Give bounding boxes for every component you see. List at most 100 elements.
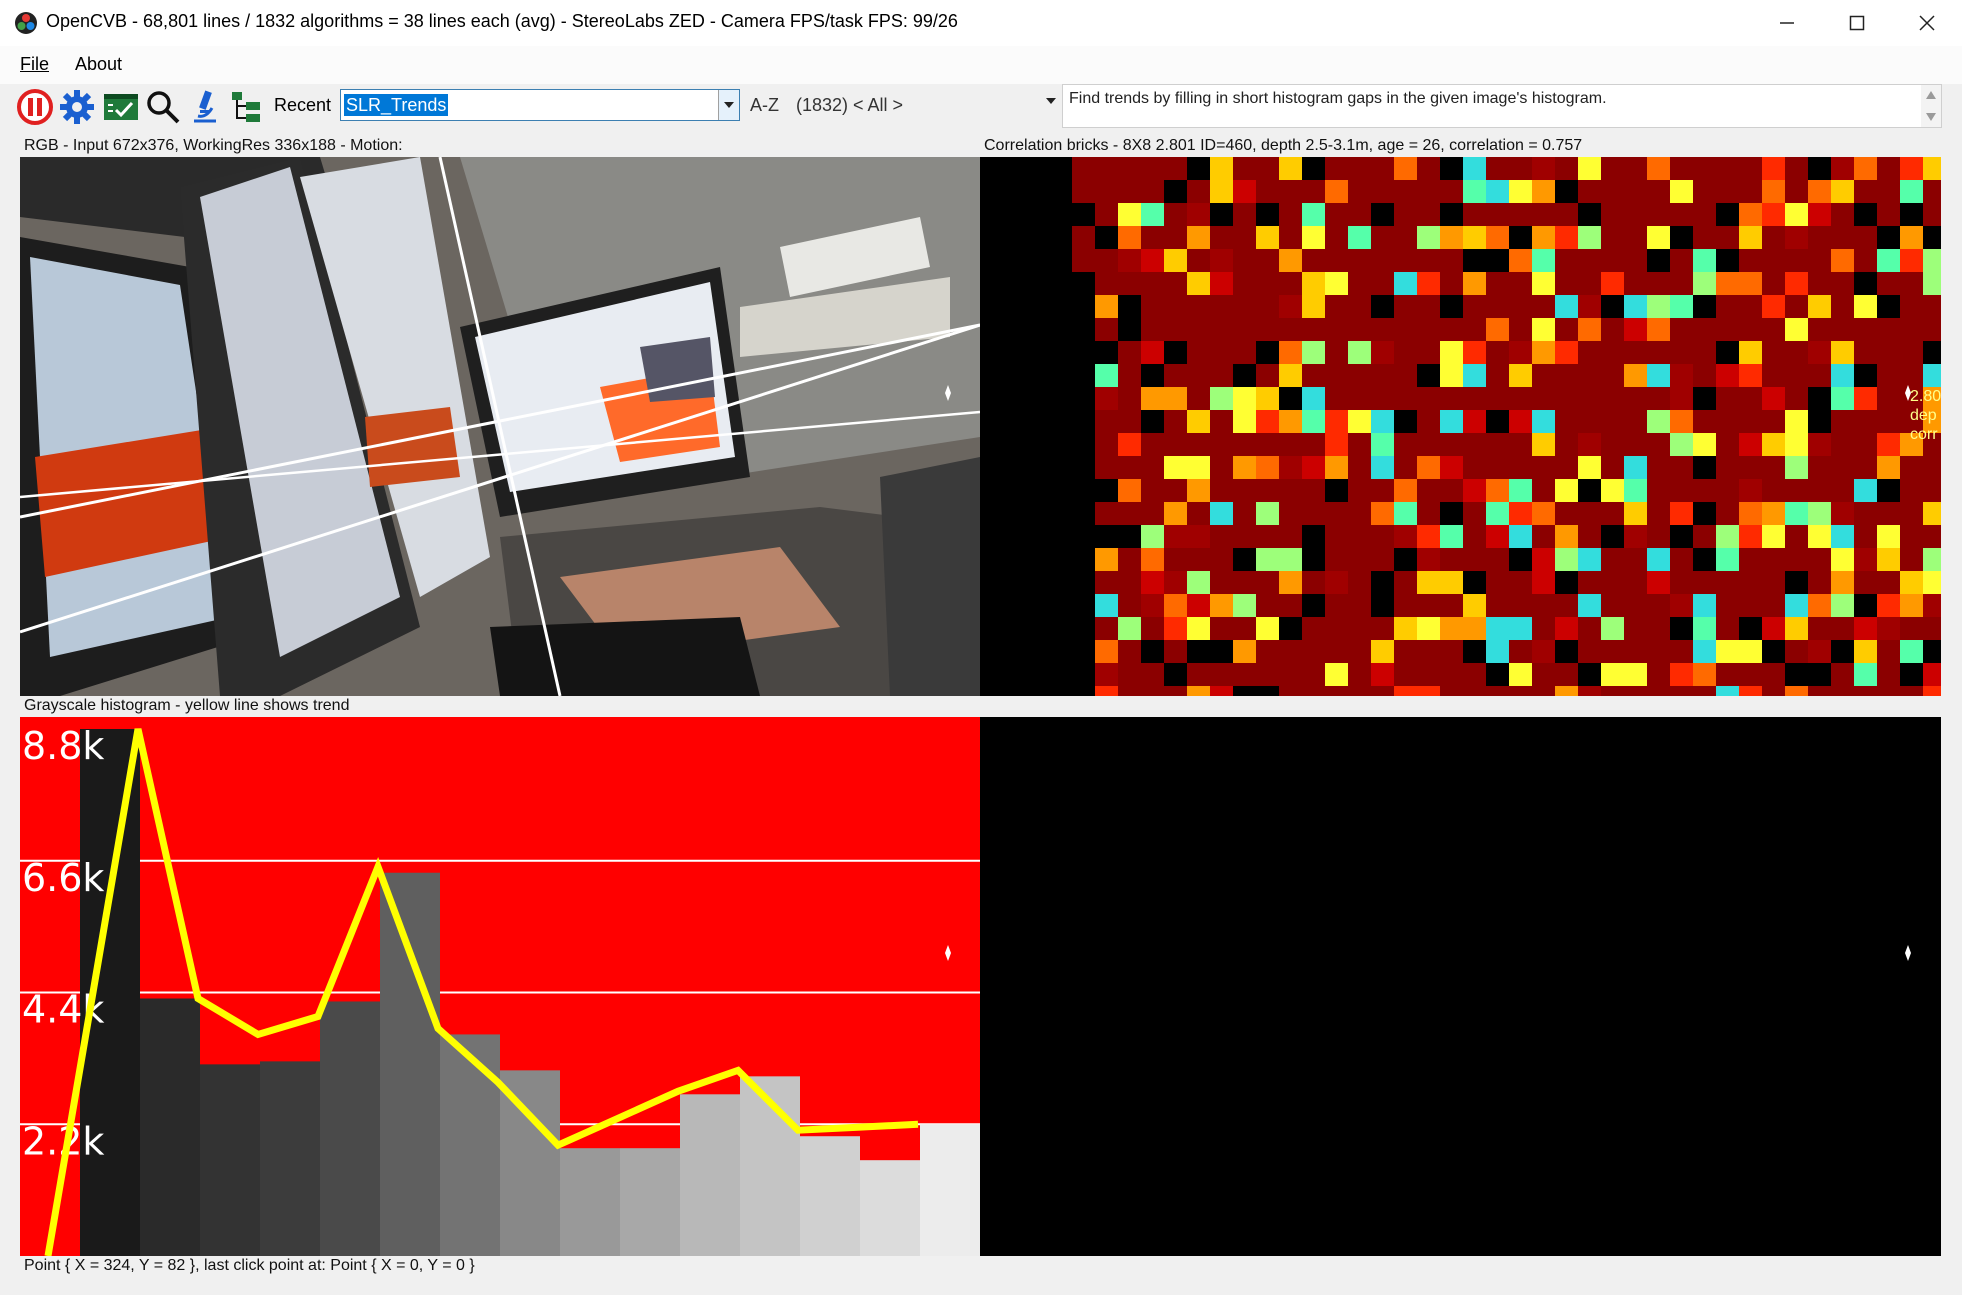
tree-icon[interactable]: [228, 88, 266, 126]
correlation-brick: [1003, 249, 1026, 272]
correlation-brick: [1670, 318, 1693, 341]
correlation-brick: [980, 364, 1003, 387]
correlation-brick: [1808, 594, 1831, 617]
correlation-brick: [1394, 433, 1417, 456]
maximize-button[interactable]: [1822, 0, 1892, 46]
correlation-brick: [1831, 663, 1854, 686]
description-scrollbar[interactable]: [1921, 85, 1941, 127]
correlation-brick: [1049, 433, 1072, 456]
checklist-icon[interactable]: [102, 88, 140, 126]
correlation-brick: [1762, 640, 1785, 663]
gear-icon[interactable]: [58, 88, 96, 126]
correlation-brick: [1394, 272, 1417, 295]
group-chevron-down-icon[interactable]: [1046, 98, 1056, 104]
correlation-brick: [1578, 387, 1601, 410]
correlation-brick: [1095, 479, 1118, 502]
correlation-brick: [1647, 157, 1670, 180]
correlation-brick: [1095, 226, 1118, 249]
correlation-brick: [1555, 387, 1578, 410]
correlation-brick: [1647, 525, 1670, 548]
correlation-brick: [1141, 594, 1164, 617]
correlation-brick: [1325, 640, 1348, 663]
algorithm-dropdown-button[interactable]: [718, 90, 739, 120]
microscope-icon[interactable]: [186, 88, 224, 126]
empty-output-panel[interactable]: [980, 717, 1941, 1256]
correlation-brick: [1463, 571, 1486, 594]
pause-icon[interactable]: [16, 88, 54, 126]
correlation-brick: [1831, 203, 1854, 226]
correlation-brick: [1394, 410, 1417, 433]
correlation-brick: [1486, 456, 1509, 479]
menu-file[interactable]: File: [20, 54, 49, 75]
correlation-brick: [1072, 686, 1095, 696]
correlation-brick: [1210, 617, 1233, 640]
correlation-brick: [1049, 410, 1072, 433]
correlation-brick: [1279, 640, 1302, 663]
algorithm-select[interactable]: SLR_Trends: [340, 89, 740, 121]
correlation-brick: [1739, 456, 1762, 479]
correlation-brick: [1854, 410, 1877, 433]
correlation-brick: [1371, 617, 1394, 640]
correlation-brick: [1808, 686, 1831, 696]
search-icon[interactable]: [144, 88, 182, 126]
correlation-brick: [1555, 594, 1578, 617]
az-label[interactable]: A-Z: [750, 95, 779, 116]
correlation-brick: [1394, 203, 1417, 226]
histogram-chart[interactable]: 8.8k 6.6k 4.4k 2.2k: [20, 717, 980, 1256]
correlation-brick: [1003, 341, 1026, 364]
correlation-brick: [1693, 594, 1716, 617]
correlation-brick: [1095, 157, 1118, 180]
correlation-brick: [1463, 502, 1486, 525]
correlation-brick: [1739, 341, 1762, 364]
correlation-brick: [1693, 272, 1716, 295]
correlation-brick: [1302, 663, 1325, 686]
correlation-brick: [1762, 180, 1785, 203]
correlation-brick: [1486, 249, 1509, 272]
histogram-svg: 8.8k6.6k4.4k2.2k: [20, 724, 980, 1256]
correlation-brick: [1831, 295, 1854, 318]
correlation-brick: [1118, 410, 1141, 433]
correlation-brick: [1026, 479, 1049, 502]
correlation-brick: [1532, 203, 1555, 226]
correlation-brick: [1463, 456, 1486, 479]
correlation-brick: [1049, 617, 1072, 640]
correlation-brick: [980, 410, 1003, 433]
correlation-brick: [1923, 479, 1941, 502]
correlation-brick: [1624, 433, 1647, 456]
chevron-down-icon: [724, 102, 734, 108]
app-logo-icon: [15, 12, 37, 34]
correlation-brick: [1233, 157, 1256, 180]
menu-about[interactable]: About: [75, 54, 122, 75]
correlation-brick: [1624, 226, 1647, 249]
correlation-brick: [1509, 364, 1532, 387]
group-select[interactable]: (1832) < All >: [796, 95, 903, 116]
correlation-brick: [1164, 479, 1187, 502]
correlation-brick: [1532, 502, 1555, 525]
correlation-brick: [1348, 686, 1371, 696]
correlation-brick: [1279, 364, 1302, 387]
correlation-brick: [1923, 456, 1941, 479]
overlay-line-1: 2.80: [1910, 388, 1941, 405]
correlation-brick: [1647, 548, 1670, 571]
correlation-brick: [1923, 663, 1941, 686]
minimize-button[interactable]: [1752, 0, 1822, 46]
correlation-brick: [1762, 479, 1785, 502]
correlation-brick: [980, 640, 1003, 663]
correlation-brick: [1394, 594, 1417, 617]
correlation-brick: [1302, 249, 1325, 272]
correlation-brick: [1440, 203, 1463, 226]
algorithm-value[interactable]: SLR_Trends: [344, 94, 449, 116]
correlation-brick: [1072, 387, 1095, 410]
correlation-brick: [1601, 571, 1624, 594]
close-button[interactable]: [1892, 0, 1962, 46]
algorithm-description[interactable]: Find trends by filling in short histogra…: [1062, 84, 1942, 128]
correlation-brick: [1440, 571, 1463, 594]
correlation-bricks-panel[interactable]: 2.80 dep corr: [980, 157, 1941, 696]
rgb-input-image[interactable]: [20, 157, 980, 696]
correlation-brick: [1785, 640, 1808, 663]
correlation-brick: [1555, 548, 1578, 571]
y-tick-label: 8.8k: [22, 724, 104, 768]
correlation-brick: [1900, 341, 1923, 364]
correlation-brick: [1785, 272, 1808, 295]
correlation-brick: [1670, 364, 1693, 387]
